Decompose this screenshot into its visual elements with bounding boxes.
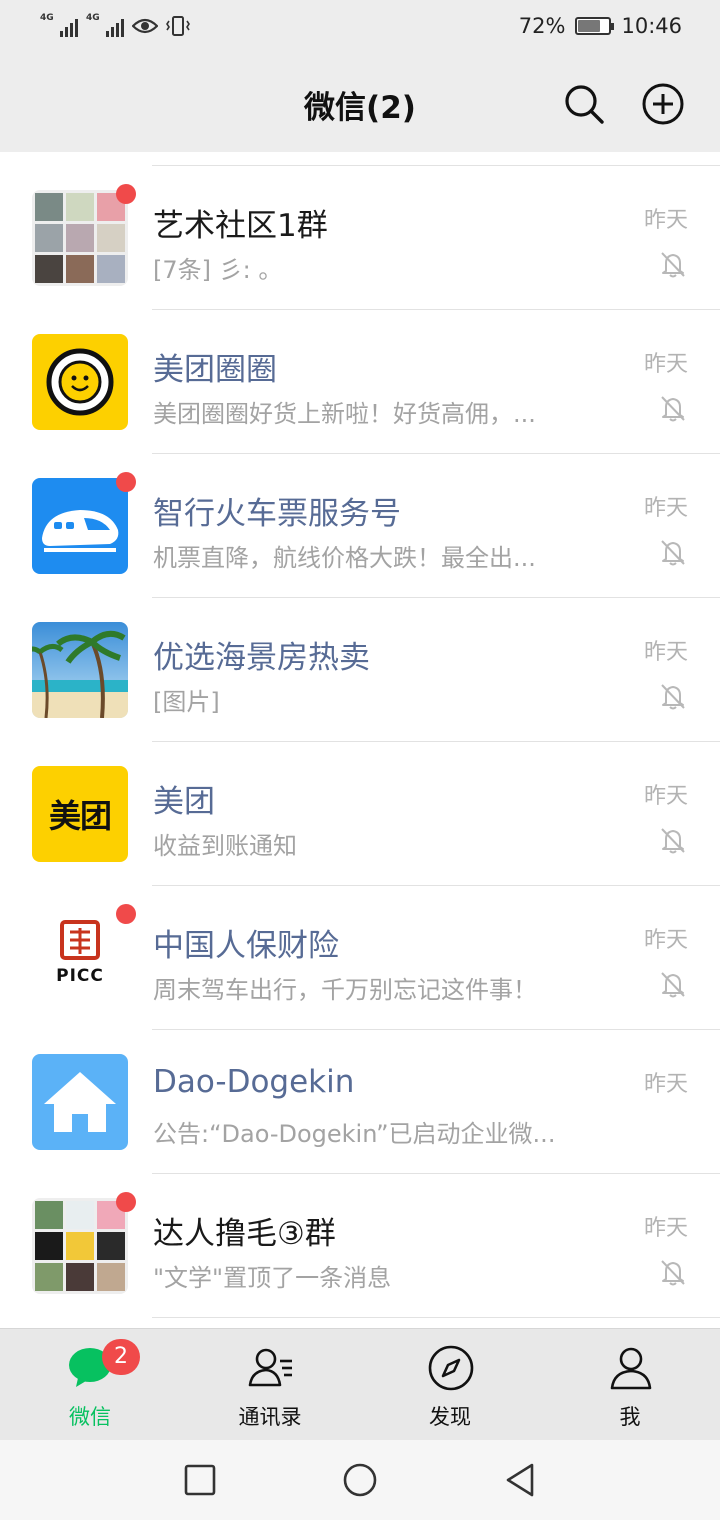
chat-name: 美团 bbox=[153, 784, 215, 820]
chat-row[interactable]: 优选海景房热卖 [图片] 昨天 bbox=[0, 598, 720, 742]
chat-time: 昨天 bbox=[643, 640, 688, 665]
mute-bell-icon bbox=[661, 684, 685, 710]
chat-time: 昨天 bbox=[643, 496, 688, 521]
chat-row[interactable]: 达人撸毛③群 "文学"置顶了一条消息 昨天 bbox=[0, 1174, 720, 1318]
plus-circle-icon[interactable] bbox=[641, 82, 685, 126]
status-bar: 4G 4G 72% 10:46 bbox=[0, 0, 720, 56]
train-avatar[interactable] bbox=[32, 478, 128, 574]
picc-avatar[interactable]: PICC bbox=[32, 910, 128, 1006]
network-type-2: 4G bbox=[86, 13, 100, 23]
meituan-logo-text: 美团 bbox=[32, 766, 128, 862]
tab-label-discover: 发现 bbox=[429, 1405, 471, 1429]
unread-dot bbox=[116, 184, 136, 204]
chat-preview: 公告:“Dao-Dogekin”已启动企业微... bbox=[153, 1120, 556, 1148]
mute-bell-icon bbox=[661, 396, 685, 422]
chat-name: 艺术社区1群 bbox=[153, 208, 328, 244]
chat-preview: [图片] bbox=[153, 688, 220, 716]
battery-icon bbox=[575, 17, 615, 35]
home-circle-icon[interactable] bbox=[342, 1462, 378, 1498]
tab-label-contacts: 通讯录 bbox=[238, 1405, 302, 1429]
tab-label-me: 我 bbox=[619, 1405, 641, 1429]
page-title: 微信(2) bbox=[304, 90, 416, 126]
chat-row[interactable]: 智行火车票服务号 机票直降，航线价格大跌！最全出... 昨天 bbox=[0, 454, 720, 598]
chat-time: 昨天 bbox=[643, 352, 688, 377]
chat-time: 昨天 bbox=[643, 208, 688, 233]
tab-label-chats: 微信 bbox=[69, 1405, 111, 1429]
app-header: 微信(2) bbox=[0, 56, 720, 152]
smiley-egg-avatar[interactable] bbox=[32, 334, 128, 430]
chat-name: 达人撸毛③群 bbox=[153, 1216, 336, 1252]
compass-icon bbox=[428, 1345, 474, 1391]
chat-preview: 收益到账通知 bbox=[153, 832, 297, 860]
signal-icon-1: 4G bbox=[40, 13, 78, 37]
row-divider bbox=[152, 1317, 720, 1318]
chat-preview: "文学"置顶了一条消息 bbox=[153, 1264, 392, 1292]
clock: 10:46 bbox=[621, 14, 682, 38]
system-nav-bar bbox=[0, 1440, 720, 1520]
chat-name: 中国人保财险 bbox=[153, 928, 339, 964]
mute-bell-icon bbox=[661, 1260, 685, 1286]
status-left: 4G 4G bbox=[40, 13, 190, 38]
chat-name: Dao-Dogekin bbox=[153, 1064, 355, 1100]
search-icon[interactable] bbox=[562, 82, 606, 126]
chat-time: 昨天 bbox=[643, 1072, 688, 1097]
tab-contacts[interactable]: 通讯录 bbox=[180, 1329, 360, 1441]
chat-row[interactable]: 艺术社区1群 [7条] 彡: 。 昨天 bbox=[0, 166, 720, 310]
meituan-avatar[interactable]: 美团 bbox=[32, 766, 128, 862]
beach-avatar[interactable] bbox=[32, 622, 128, 718]
mute-bell-icon bbox=[661, 540, 685, 566]
group-grid-avatar[interactable] bbox=[32, 190, 128, 286]
chat-row[interactable]: PICC 中国人保财险 周末驾车出行，千万别忘记这件事！ 昨天 bbox=[0, 886, 720, 1030]
eye-icon bbox=[132, 18, 158, 34]
mute-bell-icon bbox=[661, 972, 685, 998]
vibrate-icon bbox=[166, 16, 190, 36]
chat-preview: 美团圈圈好货上新啦！好货高佣，... bbox=[153, 400, 536, 428]
back-triangle-icon[interactable] bbox=[502, 1462, 538, 1498]
unread-dot bbox=[116, 904, 136, 924]
battery-fill bbox=[578, 20, 601, 32]
bottom-tab-bar: 2 微信 通讯录 发现 我 bbox=[0, 1328, 720, 1440]
chat-name: 智行火车票服务号 bbox=[153, 496, 401, 532]
house-avatar[interactable] bbox=[32, 1054, 128, 1150]
chat-name: 美团圈圈 bbox=[153, 352, 277, 388]
chat-row[interactable]: 美团 美团 收益到账通知 昨天 bbox=[0, 742, 720, 886]
chat-time: 昨天 bbox=[643, 784, 688, 809]
person-icon bbox=[610, 1347, 652, 1390]
tab-chats[interactable]: 2 微信 bbox=[0, 1329, 180, 1441]
chat-time: 昨天 bbox=[643, 928, 688, 953]
unread-badge: 2 bbox=[102, 1339, 140, 1375]
tab-me[interactable]: 我 bbox=[540, 1329, 720, 1441]
mute-bell-icon bbox=[661, 828, 685, 854]
unread-dot bbox=[116, 1192, 136, 1212]
signal-icon-2: 4G bbox=[86, 13, 124, 37]
chat-preview: [7条] 彡: 。 bbox=[153, 256, 283, 284]
status-right: 72% 10:46 bbox=[519, 14, 682, 38]
tab-discover[interactable]: 发现 bbox=[360, 1329, 540, 1441]
chat-row[interactable]: 美团圈圈 美团圈圈好货上新啦！好货高佣，... 昨天 bbox=[0, 310, 720, 454]
chat-list[interactable]: 艺术社区1群 [7条] 彡: 。 昨天 美团圈圈 美团圈圈好货上新啦！好货高佣，… bbox=[0, 152, 720, 1328]
picc-logo-text: PICC bbox=[56, 966, 104, 986]
chat-row[interactable]: Dao-Dogekin 公告:“Dao-Dogekin”已启动企业微... 昨天 bbox=[0, 1030, 720, 1174]
chat-preview: 机票直降，航线价格大跌！最全出... bbox=[153, 544, 536, 572]
unread-dot bbox=[116, 472, 136, 492]
chat-preview: 周末驾车出行，千万别忘记这件事！ bbox=[153, 976, 537, 1004]
chat-time: 昨天 bbox=[643, 1216, 688, 1241]
battery-percent: 72% bbox=[518, 14, 566, 38]
network-type-1: 4G bbox=[40, 13, 54, 23]
recents-square-icon[interactable] bbox=[182, 1462, 218, 1498]
group-grid-avatar-2[interactable] bbox=[32, 1198, 128, 1294]
contacts-icon bbox=[248, 1348, 292, 1387]
chat-name: 优选海景房热卖 bbox=[153, 640, 370, 676]
mute-bell-icon bbox=[661, 252, 685, 278]
